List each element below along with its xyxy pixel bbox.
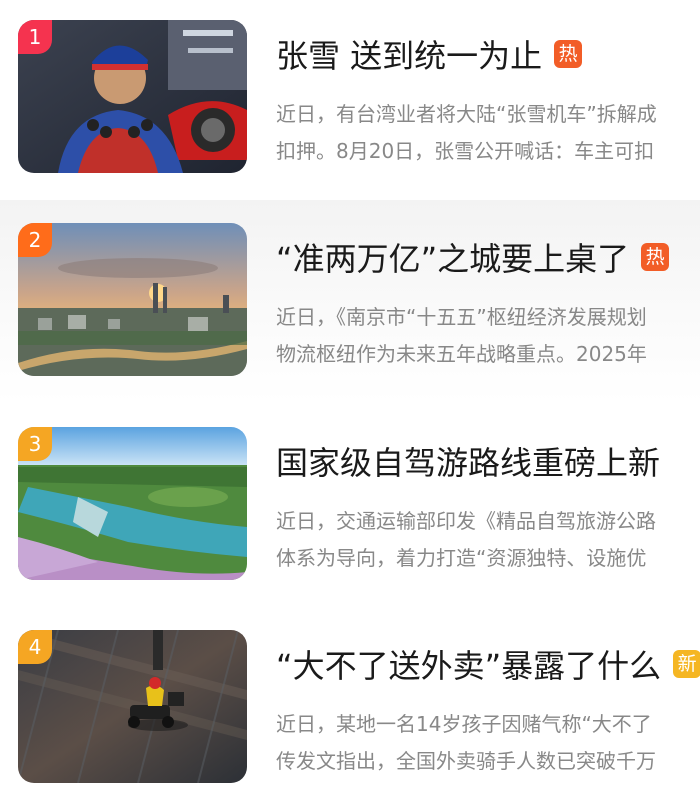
news-title-row[interactable]: 国家级自驾游路线重磅上新 (276, 437, 660, 485)
news-summary-line: 近日，某地一名14岁孩子因赌气称“大不了 (276, 712, 652, 736)
news-item[interactable]: 2 “准两万亿”之城要上桌了 热 近日，《南京市“十五五”枢纽经济发展规划 物流… (0, 200, 700, 403)
news-item[interactable]: 3 国家级自驾游路线重磅上新 近日，交通运输部印发《精品自驾旅游公路 体系为导向… (0, 405, 700, 608)
news-thumbnail[interactable]: 2 (18, 223, 247, 376)
news-title[interactable]: “大不了送外卖”暴露了什么 (276, 641, 661, 687)
rank-badge: 1 (18, 20, 52, 54)
news-summary-line: 近日，有台湾业者将大陆“张雪机车”拆解成 (276, 102, 657, 126)
news-thumbnail[interactable]: 3 (18, 427, 247, 580)
news-title-row[interactable]: 张雪 送到统一为止 热 (276, 30, 583, 78)
news-thumbnail[interactable]: 1 (18, 20, 247, 173)
news-summary-line: 体系为导向，着力打造“资源独特、设施优 (276, 546, 647, 570)
rank-badge: 4 (18, 630, 52, 664)
hot-news-list: 1 张雪 送到统一为止 热 近日，有台湾业者将大陆“张雪机车”拆解成 扣押。8月… (0, 0, 700, 805)
news-thumbnail-image (18, 427, 247, 580)
news-summary: 近日，某地一名14岁孩子因赌气称“大不了 传发文指出，全国外卖骑手人数已突破千万 (276, 706, 700, 780)
hot-badge: 热 (554, 40, 583, 68)
news-summary: 近日，有台湾业者将大陆“张雪机车”拆解成 扣押。8月20日，张雪公开喊话：车主可… (276, 96, 700, 170)
news-thumbnail[interactable]: 4 (18, 630, 247, 783)
news-thumbnail-image (18, 223, 247, 376)
news-summary-line: 近日，交通运输部印发《精品自驾旅游公路 (276, 509, 656, 533)
news-thumbnail-image (18, 20, 247, 173)
news-summary: 近日，交通运输部印发《精品自驾旅游公路 体系为导向，着力打造“资源独特、设施优 (276, 503, 700, 577)
news-title[interactable]: 张雪 送到统一为止 (276, 31, 542, 77)
news-item[interactable]: 1 张雪 送到统一为止 热 近日，有台湾业者将大陆“张雪机车”拆解成 扣押。8月… (0, 0, 700, 203)
rank-badge: 3 (18, 427, 52, 461)
news-title-row[interactable]: “准两万亿”之城要上桌了 热 (276, 233, 670, 281)
new-badge: 新 (673, 650, 700, 678)
news-title[interactable]: “准两万亿”之城要上桌了 (276, 234, 629, 280)
news-title-row[interactable]: “大不了送外卖”暴露了什么 新 (276, 640, 700, 688)
hot-badge: 热 (641, 243, 670, 271)
news-summary-line: 传发文指出，全国外卖骑手人数已突破千万 (276, 749, 656, 773)
news-summary-line: 物流枢纽作为未来五年战略重点。2025年 (276, 342, 647, 366)
news-summary-line: 扣押。8月20日，张雪公开喊话：车主可扣 (276, 139, 655, 163)
rank-badge: 2 (18, 223, 52, 257)
news-title[interactable]: 国家级自驾游路线重磅上新 (276, 438, 660, 484)
news-thumbnail-image (18, 630, 247, 783)
news-summary-line: 近日，《南京市“十五五”枢纽经济发展规划 (276, 305, 647, 329)
news-summary: 近日，《南京市“十五五”枢纽经济发展规划 物流枢纽作为未来五年战略重点。2025… (276, 299, 700, 373)
news-item[interactable]: 4 “大不了送外卖”暴露了什么 新 近日，某地一名14岁孩子因赌气称“大不了 传… (0, 608, 700, 805)
